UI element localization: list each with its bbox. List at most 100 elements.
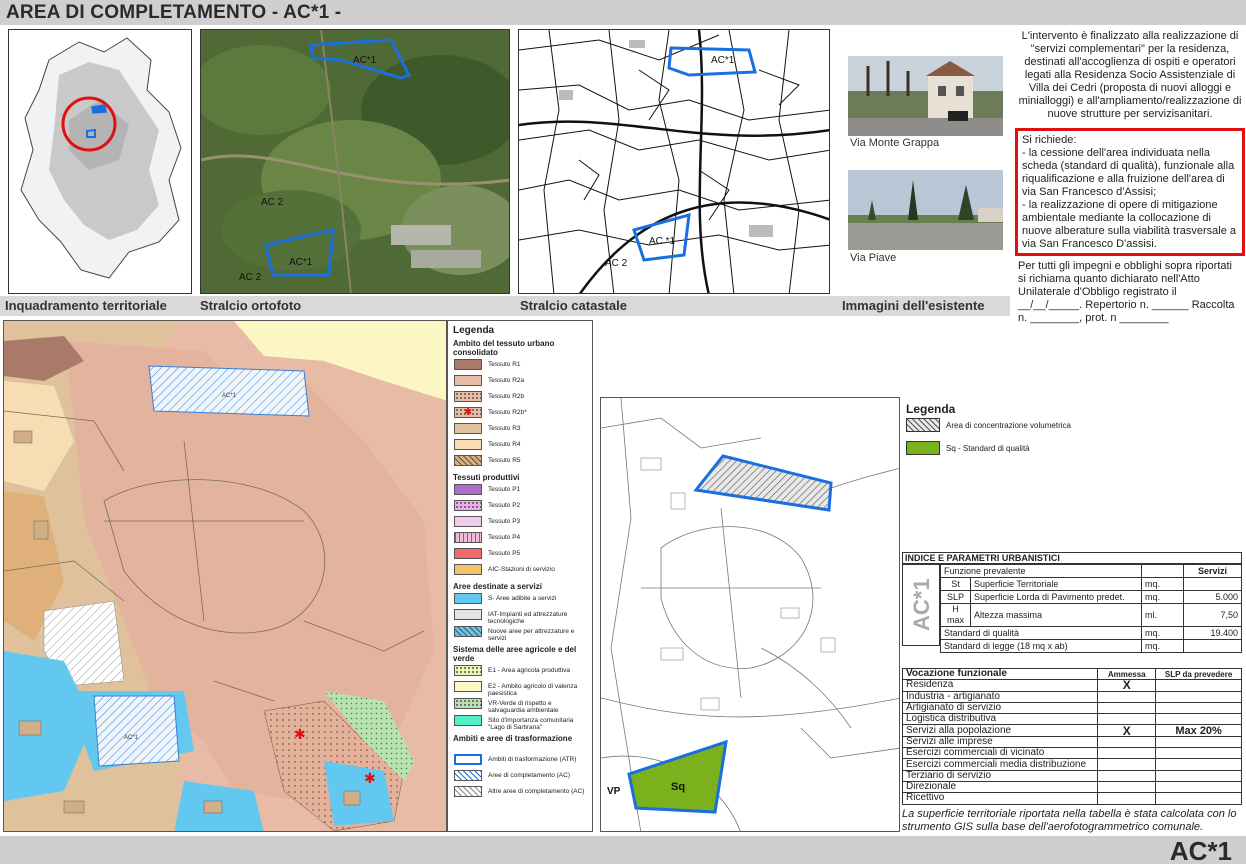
footer-bar: AC*1 — [0, 836, 1246, 864]
param-value: 7,50 — [1183, 603, 1242, 627]
requirement-item: - la realizzazione di opere di mitigazio… — [1022, 199, 1237, 250]
legend-swatch — [454, 484, 482, 495]
site-legend-label: Area di concentrazione volumetrica — [946, 421, 1071, 430]
voc-ammessa — [1097, 758, 1157, 771]
param-code: St — [940, 577, 971, 591]
footer-code: AC*1 — [1169, 836, 1232, 864]
legend-swatch — [454, 626, 482, 637]
voc-label: Esercizi commerciali di vicinato — [901, 747, 1099, 760]
voc-slp — [1155, 701, 1242, 715]
voc-slp — [1155, 679, 1242, 692]
legend-item-label: E2 - Ambito agricolo di valenza paesisti… — [488, 683, 578, 697]
ortho-ac2-label: AC 2 — [261, 197, 284, 208]
site-legend-swatch-green — [906, 441, 940, 455]
voc-label: Ricettivo — [901, 792, 1099, 805]
legend-item-label: Ambiti di trasformazione (ATR) — [488, 756, 577, 763]
voc-label: Servizi alla popolazione — [901, 724, 1099, 737]
voc-slp — [1155, 758, 1242, 771]
plan-ac1-label: AC*1 — [222, 393, 237, 399]
legend-item-label: Aree di completamento (AC) — [488, 772, 571, 779]
legend-item-label: Altre aree di completamento (AC) — [488, 788, 585, 795]
param-value: 5.000 — [1183, 590, 1242, 604]
legend-item-label: Tessuto R1 — [488, 361, 521, 368]
ortho-ac1-label: AC*1 — [353, 55, 377, 66]
standard-value — [1183, 639, 1242, 653]
photo-via-piave — [848, 170, 1003, 250]
index-header-label: Funzione prevalente — [940, 564, 1142, 578]
photo-via-monte-grappa — [848, 56, 1003, 136]
standard-value: 19.400 — [1183, 626, 1242, 640]
legend-section-heading: Sistema delle aree agricole e del verde — [453, 645, 577, 663]
param-code: SLP — [940, 590, 971, 604]
legend-item-label: Tessuto R2b* — [488, 409, 527, 416]
legend-item-label: Tessuto R2a — [488, 377, 525, 384]
voc-label: Esercizi commerciali media distribuzione — [901, 758, 1099, 771]
vocation-row: Industria - artigianato — [901, 690, 1242, 703]
cadastral-map: AC*1 AC *1 AC 2 — [518, 29, 830, 294]
voc-ammessa — [1097, 735, 1157, 749]
voc-slp — [1155, 690, 1242, 703]
site-map: Sq VP — [600, 397, 900, 832]
legend-item-label: Tessuto P4 — [488, 534, 521, 541]
voc-ammessa — [1097, 701, 1157, 715]
voc-header: Vocazione funzionale — [901, 667, 1099, 681]
legend-swatch — [454, 516, 482, 527]
voc-slp — [1155, 769, 1242, 782]
zoning-legend: Legenda Ambito del tessuto urbano consol… — [447, 320, 593, 832]
legend-section-heading: Ambiti e aree di trasformazione — [453, 734, 573, 743]
legend-swatch — [454, 609, 482, 620]
voc-label: Servizi alle imprese — [901, 735, 1099, 749]
legend-swatch — [454, 564, 482, 575]
legend-item-label: VR-Verde di rispetto e salvaguardia ambi… — [488, 700, 559, 714]
requirement-item: - la cessione dell'area individuata nell… — [1022, 147, 1235, 198]
orthophoto-map: AC*1 AC*1 AC 2 AC 2 — [200, 29, 510, 294]
zoning-plan-map: ✱ ✱ AC*1 AC*1 — [3, 320, 447, 832]
index-table: Funzione prevalente Servizi St Superfici… — [940, 564, 1242, 653]
legend-item-label: Sito d'importanza comunitaria "Lago di S… — [488, 717, 574, 731]
intro-text: L'intervento è finalizzato alla realizza… — [1018, 30, 1242, 120]
legend-item-label: Tessuto R3 — [488, 425, 521, 432]
legend-swatch — [454, 715, 482, 726]
voc-ammessa: X — [1097, 724, 1157, 737]
voc-slp — [1155, 747, 1242, 760]
legend-item-label: IAT-Impianti ed attrezzature tecnologich… — [488, 611, 568, 625]
obligation-text: Per tutti gli impegni e obblighi sopra r… — [1018, 260, 1235, 324]
vocation-row: Esercizi commerciali di vicinato — [901, 747, 1242, 760]
legend-swatch — [454, 375, 482, 386]
cad-ac1-label: AC*1 — [711, 55, 735, 66]
legend-swatch — [454, 439, 482, 450]
r2b-star-icon: ✱ — [364, 771, 376, 787]
voc-label: Residenza — [901, 679, 1099, 692]
index-table-title: INDICE E PARAMETRI URBANISTICI — [902, 552, 1242, 564]
site-legend-swatch-hatch — [906, 418, 940, 432]
voc-ammessa — [1097, 747, 1157, 760]
legend-swatch — [454, 423, 482, 434]
label-ortofoto: Stralcio ortofoto — [200, 298, 302, 313]
legend-item-label: Nuove aree per attrezzature e servizi — [488, 628, 575, 642]
legend-swatch — [454, 786, 482, 797]
voc-ammessa — [1097, 792, 1157, 805]
legend-item-label: Tessuto R2b — [488, 393, 525, 400]
param-value — [1183, 577, 1242, 591]
voc-slp — [1155, 735, 1242, 749]
legend-swatch — [454, 359, 482, 370]
legend-swatch — [454, 500, 482, 511]
legend-swatch — [454, 593, 482, 604]
legend-item-label: Tessuto P1 — [488, 486, 521, 493]
cad-ac1-lower-label: AC *1 — [649, 236, 676, 247]
param-unit: mq. — [1141, 577, 1184, 591]
photo2-caption: Via Piave — [850, 252, 897, 264]
voc-ammessa: X — [1097, 679, 1157, 692]
legend-swatch — [454, 681, 482, 692]
voc-slp: Max 20% — [1155, 724, 1242, 737]
voc-header: SLP da prevedere — [1155, 667, 1242, 681]
legend-section-heading: Ambito del tessuto urbano consolidato — [453, 339, 555, 357]
cad-ac2-label: AC 2 — [605, 258, 628, 269]
vocation-row: Esercizi commerciali media distribuzione — [901, 758, 1242, 771]
legend-section-heading: Aree destinate a servizi — [453, 582, 542, 591]
legend-section-heading: Tessuti produttivi — [453, 473, 520, 482]
vocation-row: Servizi alle imprese — [901, 735, 1242, 749]
legend-swatch — [454, 548, 482, 559]
standard-unit: mq. — [1141, 639, 1184, 653]
voc-label: Artigianato di servizio — [901, 701, 1099, 715]
